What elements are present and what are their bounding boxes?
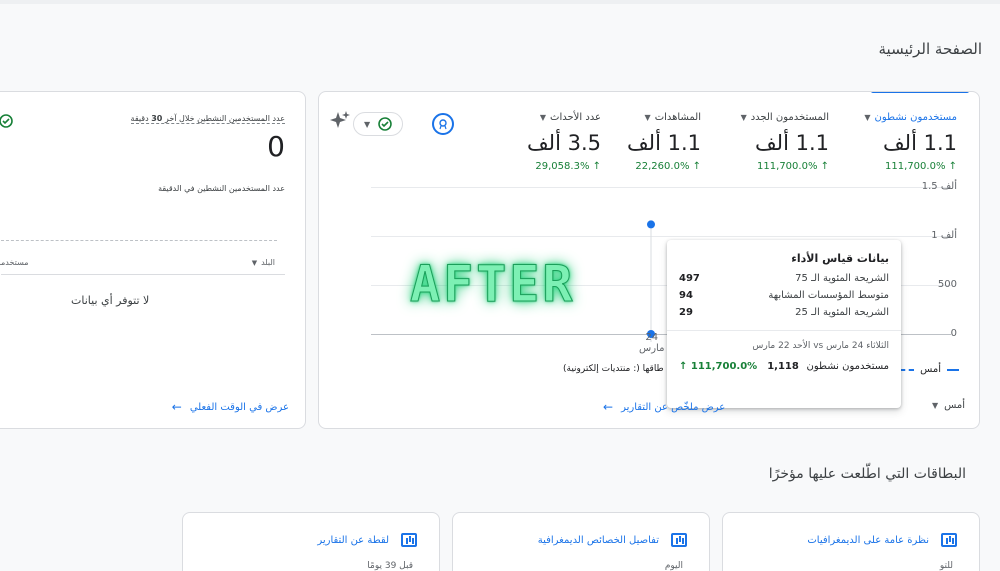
no-data-message: لا تتوفر أي بيانات xyxy=(71,294,150,307)
arrow-left-icon: ← xyxy=(171,400,182,414)
x-tick-label: 24 مارس xyxy=(639,332,664,354)
bar-chart-icon xyxy=(401,533,417,547)
chevron-down-icon: ▼ xyxy=(864,113,871,122)
metric-change: 111,700.0% ↑ xyxy=(757,161,829,172)
view-reports-label: عرض ملخّص عن التقارير xyxy=(621,401,726,413)
users-column-header: مستخدمون xyxy=(0,258,29,267)
tooltip-footer-label: مستخدمون نشطون xyxy=(806,361,889,372)
recent-card-title: تفاصيل الخصائص الديمغرافية xyxy=(537,535,659,546)
metric-value: 3.5 ألف xyxy=(526,131,601,155)
tooltip-row: الشريحة المئوية الـ 75 497 xyxy=(679,273,889,284)
chevron-down-icon: ▼ xyxy=(644,113,651,122)
x-tick-month: مارس xyxy=(639,343,665,354)
chevron-down-icon: ▼ xyxy=(363,119,371,129)
tooltip-row-label: الشريحة المئوية الـ 75 xyxy=(795,273,889,284)
metric-views[interactable]: المشاهدات▼ 1.1 ألف 22,260.0% ↑ xyxy=(627,112,701,172)
realtime-label-suffix: دقيقة xyxy=(130,114,149,123)
tooltip-row: متوسط المؤسسات المشابهة 94 xyxy=(679,290,889,301)
view-realtime-link[interactable]: عرض في الوقت الفعلي ← xyxy=(172,400,289,414)
benchmark-tooltip: بيانات قياس الأداء الشريحة المئوية الـ 7… xyxy=(667,240,901,408)
realtime-label-prefix: عدد المستخدمين النشطين خلال آخر xyxy=(164,114,285,123)
tooltip-row-value: 29 xyxy=(679,307,693,318)
realtime-minutes: 30 xyxy=(151,114,163,123)
metric-event-count[interactable]: عدد الأحداث▼ 3.5 ألف 29,058.3% ↑ xyxy=(527,112,601,172)
recent-card-title: لقطة عن التقارير xyxy=(317,535,389,546)
chevron-down-icon: ▼ xyxy=(931,401,939,410)
comparison-dropdown[interactable]: ▼ xyxy=(353,112,403,136)
realtime-active-value: 0 xyxy=(267,130,285,163)
realtime-active-label-text: عدد المستخدمين النشطين خلال آخر 30 دقيقة xyxy=(130,114,285,124)
realtime-bar-chart xyxy=(1,240,277,241)
x-tick-day: 24 xyxy=(645,332,659,343)
chevron-down-icon: ▼ xyxy=(539,113,547,122)
metric-label: مستخدمون نشطون▼ xyxy=(864,112,957,123)
country-column-header[interactable]: البلد ▼ xyxy=(252,258,275,267)
view-reports-link[interactable]: عرض ملخّص عن التقارير ← xyxy=(603,400,725,414)
legend-line-dashed xyxy=(900,368,915,371)
recent-card-time: اليوم xyxy=(664,561,683,571)
page-title: الصفحة الرئيسية xyxy=(878,40,983,58)
recent-card-demographics-overview[interactable]: نظرة عامة على الديمغرافيات للتو xyxy=(722,512,980,571)
table-divider xyxy=(1,274,285,275)
bar-chart-icon xyxy=(671,533,687,547)
realtime-card: عدد المستخدمين النشطين خلال آخر 30 دقيقة… xyxy=(0,91,306,429)
metric-active-users[interactable]: مستخدمون نشطون▼ 1.1 ألف 111,700.0% ↑ xyxy=(864,112,957,172)
legend-line-solid xyxy=(947,368,959,371)
metric-label: عدد الأحداث▼ xyxy=(539,112,601,123)
watermark-text: AFTER xyxy=(410,255,576,314)
legend-label: أمس xyxy=(920,364,941,375)
date-range-selector[interactable]: أمس ▼ xyxy=(932,400,965,411)
tooltip-divider xyxy=(667,330,901,331)
chevron-down-icon: ▼ xyxy=(251,258,258,267)
tooltip-row-value: 497 xyxy=(679,273,700,284)
metric-label: المشاهدات▼ xyxy=(644,112,701,123)
metric-value: 1.1 ألف xyxy=(626,131,701,155)
realtime-per-minute-label: عدد المستخدمين النشطين في الدقيقة xyxy=(158,184,285,193)
tooltip-footer-change: ↑ 111,700.0% xyxy=(679,361,758,372)
country-column-label: البلد xyxy=(261,258,275,267)
data-point-current[interactable] xyxy=(647,220,655,229)
check-circle-icon xyxy=(378,117,392,131)
bar-chart-icon xyxy=(941,533,957,547)
tooltip-row-value: 94 xyxy=(679,290,693,301)
tooltip-row-label: الشريحة المئوية الـ 25 xyxy=(795,307,889,318)
metric-new-users[interactable]: المستخدمون الجدد▼ 1.1 ألف 111,700.0% ↑ xyxy=(741,112,829,172)
recent-card-time: للتو xyxy=(939,561,953,571)
tooltip-footer: مستخدمون نشطون 1,118 ↑ 111,700.0% xyxy=(679,361,889,372)
tooltip-row: الشريحة المئوية الـ 25 29 xyxy=(679,307,889,318)
metric-change: 22,260.0% ↑ xyxy=(635,161,701,172)
tooltip-footer-value: 1,118 xyxy=(767,361,799,372)
metric-value: 1.1 ألف xyxy=(882,131,957,155)
sparkle-icon[interactable] xyxy=(329,110,351,136)
recent-card-time: قبل 39 يومًا xyxy=(367,561,413,571)
arrow-left-icon: ← xyxy=(603,400,614,414)
tooltip-date-range: الثلاثاء 24 مارس vs الأحد 22 مارس xyxy=(752,341,889,351)
tooltip-row-label: متوسط المؤسسات المشابهة xyxy=(768,290,889,301)
realtime-active-label: عدد المستخدمين النشطين خلال آخر 30 دقيقة xyxy=(130,114,285,124)
metric-value: 1.1 ألف xyxy=(754,131,829,155)
recent-card-reports-snapshot[interactable]: لقطة عن التقارير قبل 39 يومًا xyxy=(182,512,440,571)
chart-legend: أمس xyxy=(900,364,959,375)
recent-card-demographic-details[interactable]: تفاصيل الخصائص الديمغرافية اليوم xyxy=(452,512,710,571)
metric-change: 111,700.0% ↑ xyxy=(885,161,957,172)
top-divider xyxy=(0,0,1000,4)
recent-cards-title: البطاقات التي اطّلعت عليها مؤخرًا xyxy=(768,466,966,482)
chevron-down-icon: ▼ xyxy=(740,113,747,122)
tooltip-footer-values: 1,118 ↑ 111,700.0% xyxy=(679,361,799,372)
tooltip-title: بيانات قياس الأداء xyxy=(791,252,889,265)
metric-label: المستخدمون الجدد▼ xyxy=(740,112,829,123)
recent-card-title: نظرة عامة على الديمغرافيات xyxy=(807,535,929,546)
y-tick-label: 0 xyxy=(950,328,957,339)
peer-group-note: طاقها (: منتديات إلكترونية) xyxy=(563,364,664,374)
insights-icon[interactable] xyxy=(432,113,454,135)
active-tab-indicator xyxy=(871,92,969,93)
view-realtime-label: عرض في الوقت الفعلي xyxy=(189,401,289,413)
check-circle-icon[interactable] xyxy=(0,114,13,128)
date-range-label: أمس xyxy=(944,400,965,411)
metric-change: 29,058.3% ↑ xyxy=(535,161,601,172)
